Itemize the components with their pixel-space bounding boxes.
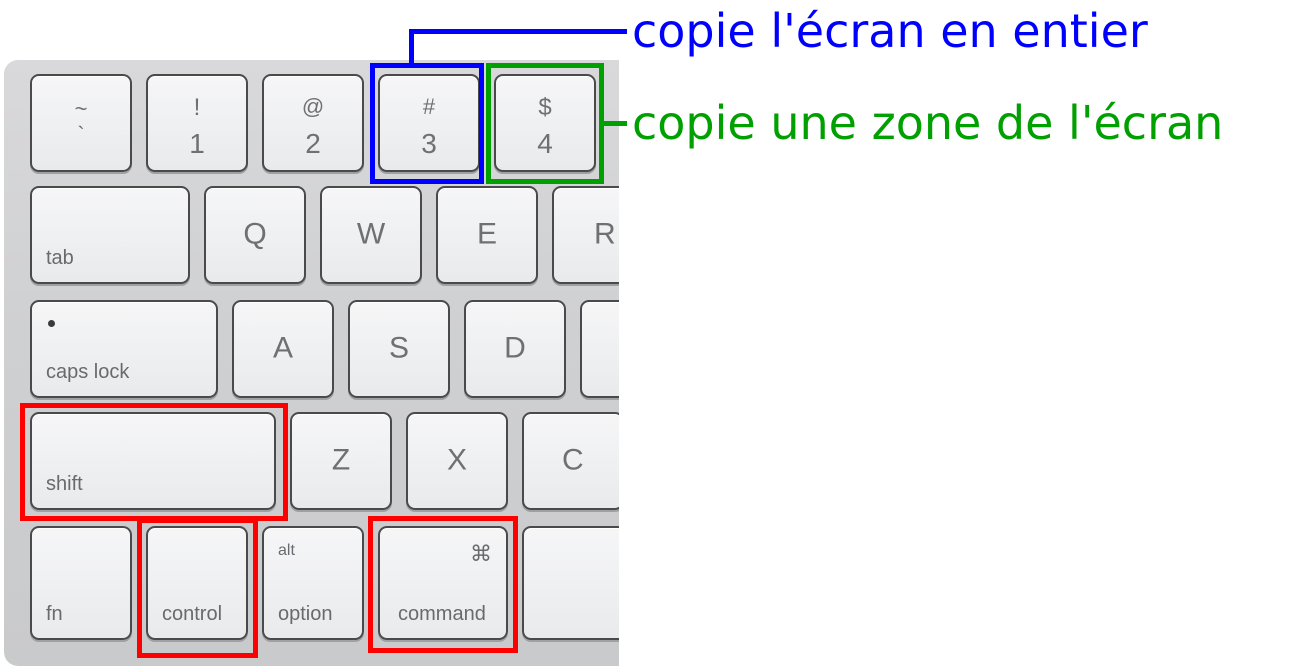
key-x-label: X <box>446 443 467 477</box>
highlight-key-4 <box>486 63 604 184</box>
key-s-label: S <box>388 331 409 365</box>
key-z: Z <box>290 412 392 510</box>
key-2: @ 2 <box>262 74 364 172</box>
key-a: A <box>232 300 334 398</box>
key-c: C <box>522 412 619 510</box>
annotation-zone: copie une zone de l'écran <box>632 96 1224 150</box>
key-option-alt-label: alt <box>278 542 295 559</box>
key-2-top: @ <box>301 94 325 119</box>
key-1-bottom: 1 <box>189 128 205 159</box>
key-1-top: ! <box>193 94 201 121</box>
key-caps-lock-label: caps lock <box>46 361 130 383</box>
key-c-label: C <box>562 443 584 477</box>
key-option-label: option <box>278 603 333 625</box>
key-a-label: A <box>272 331 293 365</box>
highlight-key-shift <box>20 403 288 521</box>
caps-lock-indicator <box>48 320 55 327</box>
key-x: X <box>406 412 508 510</box>
key-tilde-top: ~ <box>74 96 88 121</box>
key-e-label: E <box>476 217 497 251</box>
key-d-label: D <box>504 331 526 365</box>
key-tilde-bottom: ` <box>77 122 85 147</box>
connector-blue-vertical <box>409 29 414 65</box>
key-tilde: ~ ` <box>30 74 132 172</box>
key-caps-lock: caps lock <box>30 300 218 398</box>
key-z-label: Z <box>331 443 351 477</box>
annotation-full-screen: copie l'écran en entier <box>632 4 1148 58</box>
highlight-key-3 <box>370 63 484 184</box>
key-1: ! 1 <box>146 74 248 172</box>
highlight-key-command <box>368 516 518 653</box>
key-q-label: Q <box>243 217 267 251</box>
key-r: R <box>552 186 619 284</box>
connector-blue-horizontal <box>409 29 627 34</box>
key-q: Q <box>204 186 306 284</box>
key-e: E <box>436 186 538 284</box>
key-2-bottom: 2 <box>305 128 321 159</box>
key-s: S <box>348 300 450 398</box>
key-tab-label: tab <box>46 247 74 269</box>
key-w-label: W <box>356 217 386 251</box>
key-tab: tab <box>30 186 190 284</box>
key-w: W <box>320 186 422 284</box>
key-space-partial <box>522 526 619 640</box>
highlight-key-control <box>137 518 258 658</box>
key-d: D <box>464 300 566 398</box>
key-f-partial <box>580 300 619 398</box>
connector-green-horizontal <box>602 121 627 126</box>
key-option: alt option <box>262 526 364 640</box>
key-fn: fn <box>30 526 132 640</box>
key-fn-label: fn <box>46 603 63 625</box>
key-r-label: R <box>594 217 616 251</box>
